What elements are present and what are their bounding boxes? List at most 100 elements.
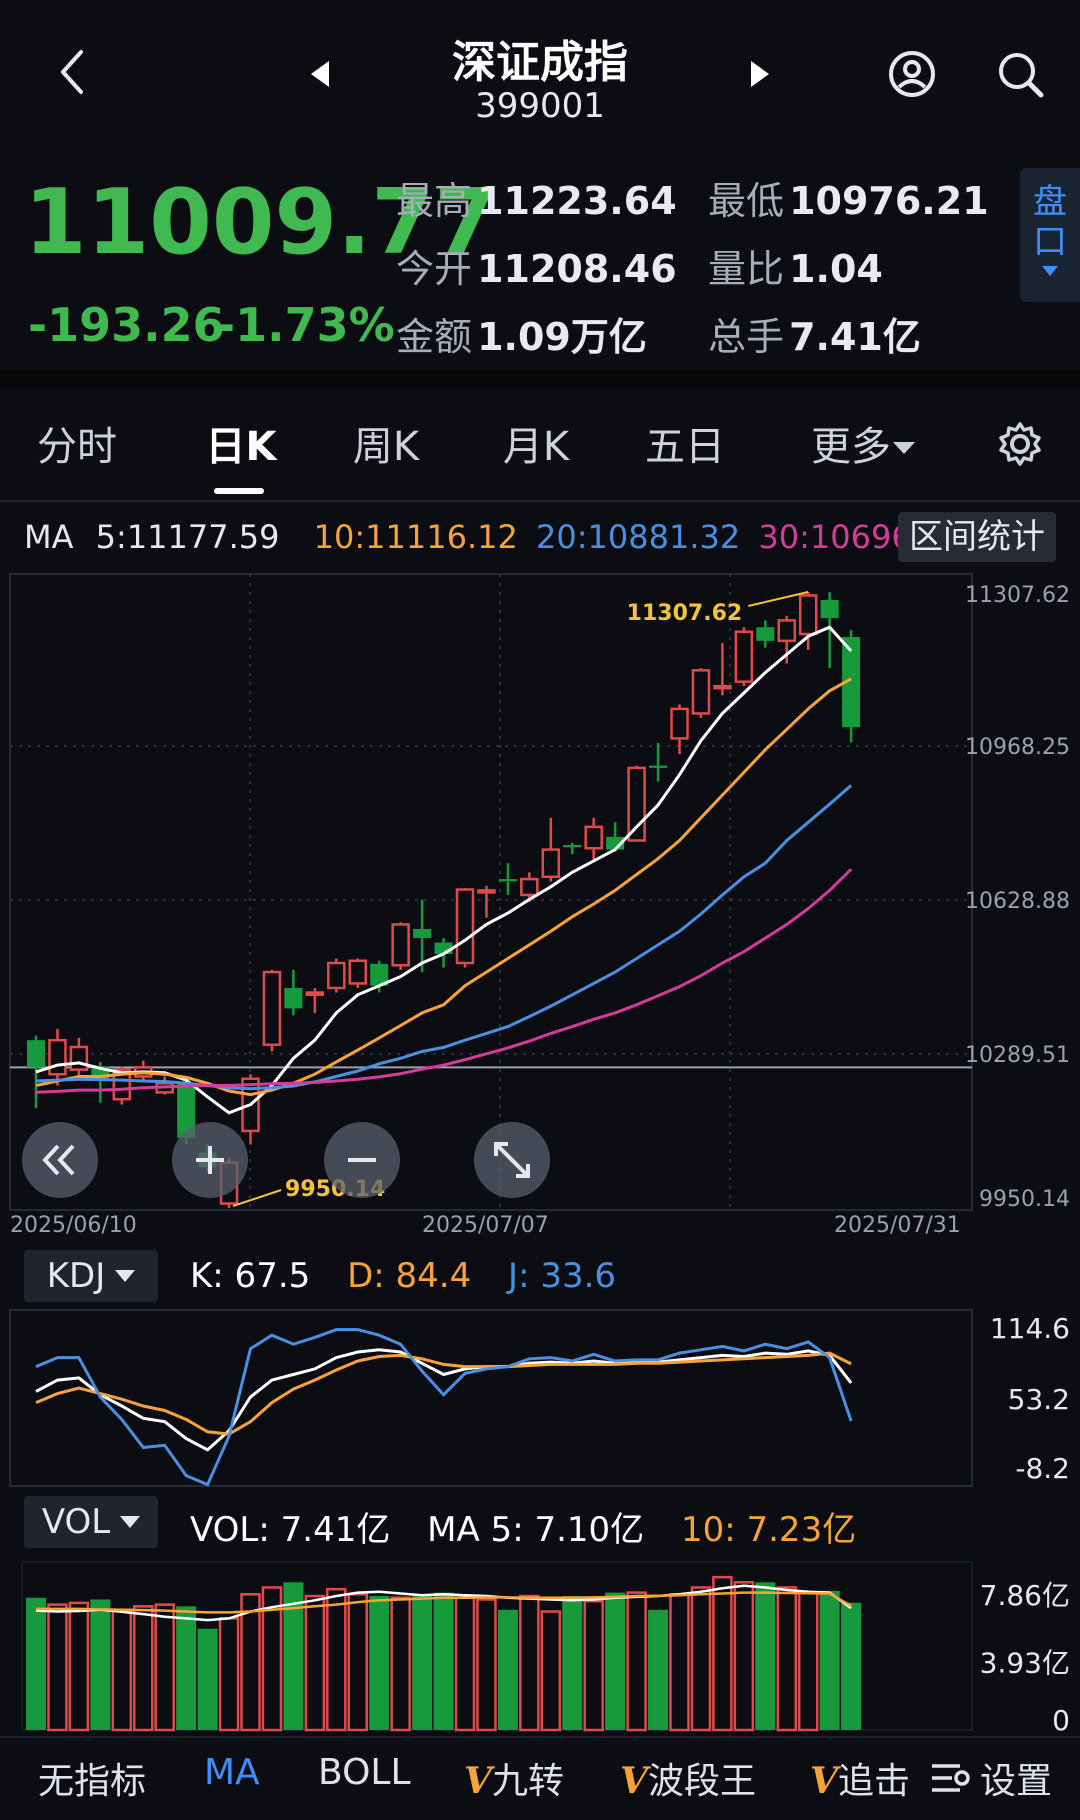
price-axis-label: 10289.51 — [965, 1043, 1070, 1068]
candle-body — [391, 923, 410, 967]
fullscreen-button[interactable] — [474, 1122, 550, 1198]
kdj-chart[interactable]: 114.6 53.2 -8.2 — [0, 1308, 1080, 1490]
volume-bar — [347, 1593, 368, 1732]
settings-sliders-icon — [932, 1764, 970, 1792]
price-change-pct: -1.73% — [216, 298, 395, 352]
gear-icon[interactable] — [992, 416, 1048, 472]
range-stats-button[interactable]: 区间统计 — [898, 512, 1056, 562]
tab-weekly-k[interactable]: 周K — [336, 414, 436, 472]
indicator-boll[interactable]: BOLL — [318, 1752, 411, 1793]
candle-body — [541, 848, 561, 879]
stat-total-hands: 总手 7.41亿 — [708, 315, 921, 359]
high-marker-label: 11307.62 — [627, 601, 743, 626]
volume-bar — [111, 1608, 133, 1732]
ma10-line — [35, 677, 852, 1097]
candle-body — [520, 877, 539, 897]
indicator-chase[interactable]: V追击 — [810, 1752, 910, 1804]
indicator-wave-king-label: 波段王 — [647, 1761, 756, 1802]
candle-body — [627, 766, 646, 842]
indicator-wave-king[interactable]: V波段王 — [620, 1752, 756, 1804]
date-axis-label: 2025/06/10 — [10, 1213, 137, 1238]
tab-monthly-k[interactable]: 月K — [486, 414, 586, 472]
indicator-ma[interactable]: MA — [204, 1752, 260, 1793]
indicator-settings-label: 设置 — [980, 1761, 1053, 1802]
volume-chart[interactable]: 7.86亿 3.93亿 0 — [0, 1554, 1080, 1734]
ma30-line — [35, 868, 853, 1094]
tab-daily-k[interactable]: 日K — [196, 414, 286, 472]
panel-button[interactable]: 盘口 — [1020, 168, 1080, 302]
candle-body — [262, 970, 282, 1046]
volume-bar — [476, 1598, 497, 1732]
kdj-label: KDJ — [46, 1256, 106, 1296]
volume-bar — [412, 1596, 433, 1730]
volume-axis-label: 7.86亿 — [980, 1579, 1070, 1612]
divider — [0, 500, 1080, 502]
volume-bar — [712, 1575, 733, 1732]
kdj-d: D: 84.4 — [347, 1256, 472, 1296]
stat-high: 最高 11223.64 — [396, 179, 677, 223]
tab-more[interactable]: 更多 — [808, 414, 918, 472]
volume-bar — [68, 1601, 90, 1732]
volume-bar — [605, 1592, 626, 1730]
zoom-in-button[interactable] — [172, 1122, 248, 1198]
volume-bar — [540, 1610, 562, 1732]
volume-bar — [26, 1597, 46, 1730]
candle-body — [713, 684, 732, 690]
ma-label: MA — [24, 518, 74, 556]
kdj-axis-label: -8.2 — [1015, 1452, 1070, 1485]
zoom-out-button[interactable] — [324, 1122, 400, 1198]
back-icon[interactable] — [40, 40, 104, 104]
date-axis-label: 2025/07/31 — [834, 1213, 961, 1238]
price-axis-label: 10628.88 — [965, 889, 1070, 914]
volume-bar — [841, 1602, 862, 1730]
volume-bar — [497, 1609, 518, 1730]
next-stock-icon[interactable] — [740, 54, 780, 94]
divider — [0, 1736, 1080, 1738]
ma20-value: 20:10881.32 — [536, 518, 741, 556]
candle-body — [348, 959, 367, 985]
candle-body — [477, 889, 496, 894]
volume-bar — [133, 1605, 154, 1732]
vol-ma5: MA 5: 7.10亿 — [427, 1510, 645, 1550]
kdj-indicator-select[interactable]: KDJ — [24, 1250, 158, 1302]
candle-body — [413, 928, 432, 939]
tab-more-label: 更多 — [811, 424, 891, 470]
volume-bar — [47, 1603, 68, 1732]
search-icon[interactable] — [988, 42, 1052, 106]
low-marker-line — [232, 1189, 282, 1207]
stat-amount: 金额 1.09万亿 — [396, 315, 647, 359]
tab-five-day[interactable]: 五日 — [640, 414, 730, 472]
candle-body — [498, 879, 517, 882]
vol-label: VOL — [41, 1502, 111, 1542]
tab-intraday[interactable]: 分时 — [32, 414, 122, 472]
candle-body — [691, 669, 711, 715]
stock-code: 399001 — [475, 86, 605, 126]
indicator-settings[interactable]: 设置 — [930, 1752, 1052, 1804]
volume-bar — [90, 1599, 111, 1730]
candle-body — [670, 707, 689, 740]
candle-body — [584, 825, 603, 850]
double-chevron-left-icon — [42, 1144, 75, 1176]
volume-bar — [819, 1590, 840, 1730]
scroll-left-button[interactable] — [22, 1122, 98, 1198]
indicator-nine-turn[interactable]: V九转 — [464, 1752, 564, 1804]
user-icon[interactable] — [880, 42, 944, 106]
volume-axis-label: 0 — [1052, 1704, 1070, 1734]
price-axis-label: 11307.62 — [965, 583, 1070, 608]
divider — [0, 370, 1080, 388]
kdj-j: J: 33.6 — [508, 1256, 617, 1296]
panel-button-label: 盘口 — [1033, 182, 1067, 262]
vol-indicator-select[interactable]: VOL — [24, 1496, 158, 1548]
ma20-line — [35, 784, 853, 1091]
ma5-value: 5:11177.59 — [95, 518, 280, 556]
volume-bar — [369, 1596, 390, 1730]
volume-bar — [797, 1591, 819, 1732]
candle-body — [798, 594, 818, 636]
ma5-line — [35, 625, 853, 1115]
prev-stock-icon[interactable] — [300, 54, 340, 94]
caret-down-icon — [1042, 266, 1058, 276]
volume-bar — [218, 1617, 240, 1732]
ma-legend: MA 5:11177.59 10:11116.12 20:10881.32 30… — [24, 518, 963, 556]
kdj-k: K: 67.5 — [190, 1256, 311, 1296]
indicator-none[interactable]: 无指标 — [38, 1752, 146, 1804]
